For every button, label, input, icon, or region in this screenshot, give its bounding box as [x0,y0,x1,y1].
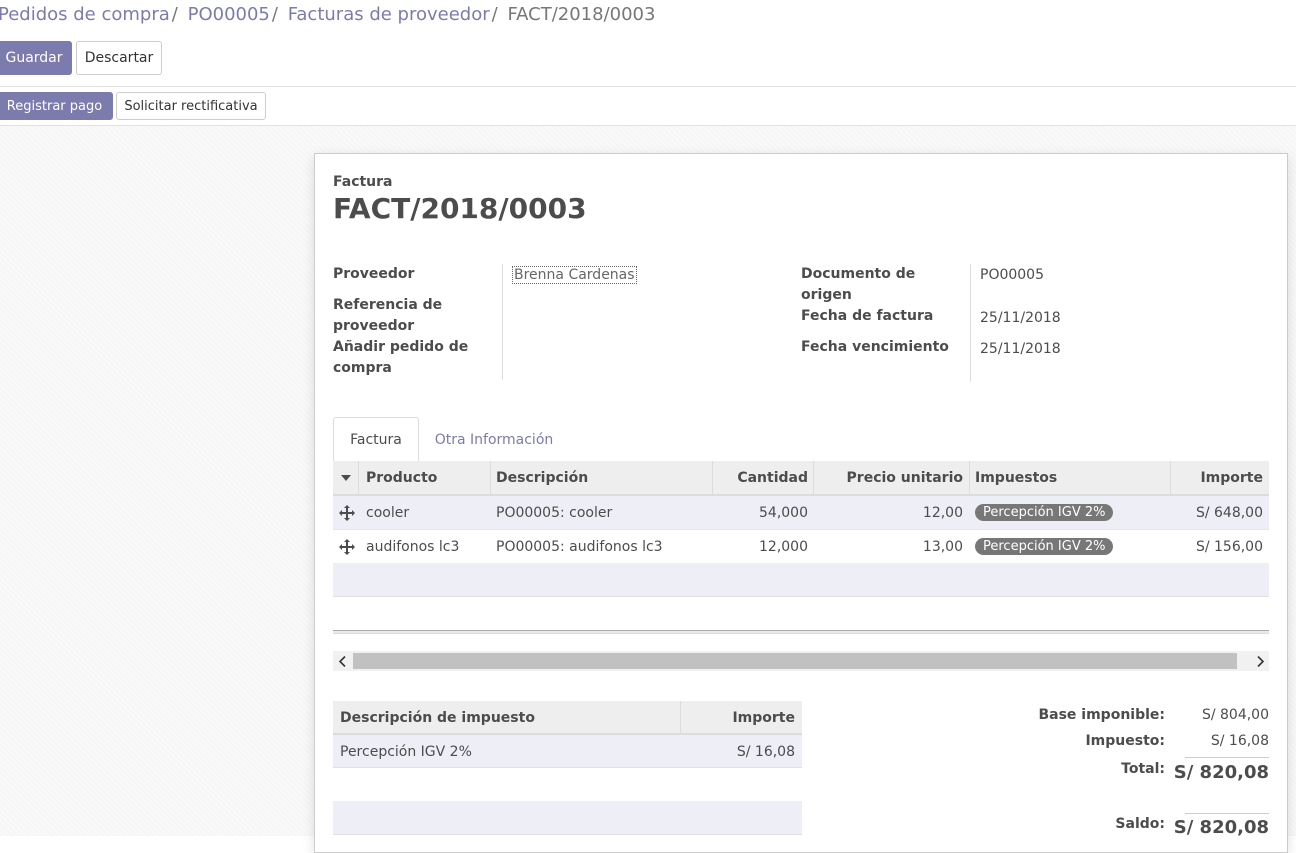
breadcrumb-separator: / [491,4,498,25]
balance-divider [1185,813,1269,814]
column-separator [969,461,970,494]
source-document-value: PO00005 [980,267,1044,283]
scrollbar-thumb[interactable] [353,653,1237,669]
add-purchase-order-label: Añadir pedido de compra [333,339,469,376]
horizontal-scrollbar[interactable] [333,651,1269,671]
column-header-description[interactable]: Descripción [496,461,588,494]
column-header-unit-price[interactable]: Precio unitario [814,461,963,494]
add-line-row[interactable] [333,563,1269,597]
move-handle-icon[interactable] [339,496,355,529]
breadcrumb-separator: / [271,4,278,25]
column-header-amount[interactable]: Importe [1171,461,1263,494]
move-handle-icon[interactable] [339,530,355,563]
partner-link[interactable]: Brenna Cardenas [512,266,637,284]
save-button[interactable]: Guardar [0,41,72,75]
column-separator [358,461,359,494]
tax-total-label: Impuesto: [1085,733,1165,749]
caret-down-icon[interactable] [341,461,357,494]
source-document-label: Documento de origen [801,266,916,303]
tax-amount: S/ 16,08 [736,743,795,760]
tax-badge: Percepción IGV 2% [975,496,1114,529]
tab-other-info[interactable]: Otra Información [429,417,559,462]
table-row[interactable]: Percepción IGV 2% S/ 16,08 [333,735,802,768]
line-amount: S/ 648,00 [1195,504,1263,521]
column-header-taxes[interactable]: Impuestos [975,461,1057,494]
invoice-date-label: Fecha de factura [801,308,934,324]
breadcrumb-separator: / [171,4,178,25]
column-header-tax-amount[interactable]: Importe [681,701,795,734]
base-amount-value: S/ 804,00 [1201,707,1269,723]
table-footer [333,630,1269,634]
due-date-label: Fecha vencimiento [801,339,949,355]
field-divider [970,264,971,382]
chevron-left-icon[interactable] [333,651,351,671]
tax-total-value: S/ 16,08 [1210,733,1269,749]
register-payment-button[interactable]: Registrar pago [0,92,113,120]
tax-badge-label: Percepción IGV 2% [975,538,1114,555]
statusbar: Registrar pago Solicitar rectificativa [0,87,1296,126]
request-refund-button[interactable]: Solicitar rectificativa [116,92,266,120]
line-unit-price: 13,00 [922,538,963,555]
due-date-field[interactable]: 25/11/2018 [980,341,1061,357]
table-row[interactable]: cooler PO00005: cooler 54,000 12,00 Perc… [333,496,1269,530]
invoice-type-label: Factura [333,174,393,190]
line-product: cooler [366,504,410,521]
line-description: PO00005: cooler [496,504,613,521]
invoice-lines-header: Producto Descripción Cantidad Precio uni… [333,461,1269,496]
breadcrumb-purchase-orders[interactable]: Pedidos de compra [0,4,170,25]
partner-field[interactable]: Brenna Cardenas [512,266,637,284]
balance-value: S/ 820,08 [1173,817,1269,838]
tab-invoice[interactable]: Factura [333,417,419,463]
invoice-date-field[interactable]: 25/11/2018 [980,310,1061,326]
column-separator [490,461,491,494]
vendor-reference-label: Referencia de proveedor [333,297,443,334]
vendor-reference-field[interactable] [512,302,772,323]
invoice-number: FACT/2018/0003 [333,192,587,225]
notebook-tabs: Factura Otra Información [333,417,1269,463]
base-amount-label: Base imponible: [1038,707,1165,723]
line-amount: S/ 156,00 [1195,538,1263,555]
line-quantity: 12,000 [759,538,808,555]
control-panel: Pedidos de compra / PO00005/ Facturas de … [0,0,1296,87]
line-quantity: 54,000 [759,504,808,521]
total-divider [1185,757,1269,758]
column-header-product[interactable]: Producto [366,461,437,494]
partner-label: Proveedor [333,266,415,282]
tax-badge-label: Percepción IGV 2% [975,504,1114,521]
tax-badge: Percepción IGV 2% [975,530,1114,563]
add-purchase-order-field[interactable] [512,344,772,365]
discard-button[interactable]: Descartar [76,41,162,75]
column-header-tax-description[interactable]: Descripción de impuesto [340,701,535,734]
tax-table-header: Descripción de impuesto Importe [333,701,802,735]
total-value: S/ 820,08 [1173,762,1269,783]
column-header-quantity[interactable]: Cantidad [713,461,808,494]
breadcrumb-current: FACT/2018/0003 [507,4,656,25]
breadcrumb: Pedidos de compra / PO00005/ Facturas de … [0,4,655,25]
tax-description: Percepción IGV 2% [340,743,472,760]
invoice-sheet: Factura FACT/2018/0003 Proveedor Brenna … [314,153,1288,853]
line-unit-price: 12,00 [922,504,963,521]
table-row[interactable]: audifonos lc3 PO00005: audifonos lc3 12,… [333,530,1269,564]
field-divider [502,264,503,380]
breadcrumb-vendor-bills[interactable]: Facturas de proveedor [288,4,490,25]
chevron-right-icon[interactable] [1251,651,1269,671]
breadcrumb-po[interactable]: PO00005 [188,4,270,25]
line-description: PO00005: audifonos lc3 [496,538,663,555]
line-product: audifonos lc3 [366,538,460,555]
tax-empty-row [333,801,802,835]
balance-label: Saldo: [1115,816,1165,832]
total-label: Total: [1121,761,1165,777]
